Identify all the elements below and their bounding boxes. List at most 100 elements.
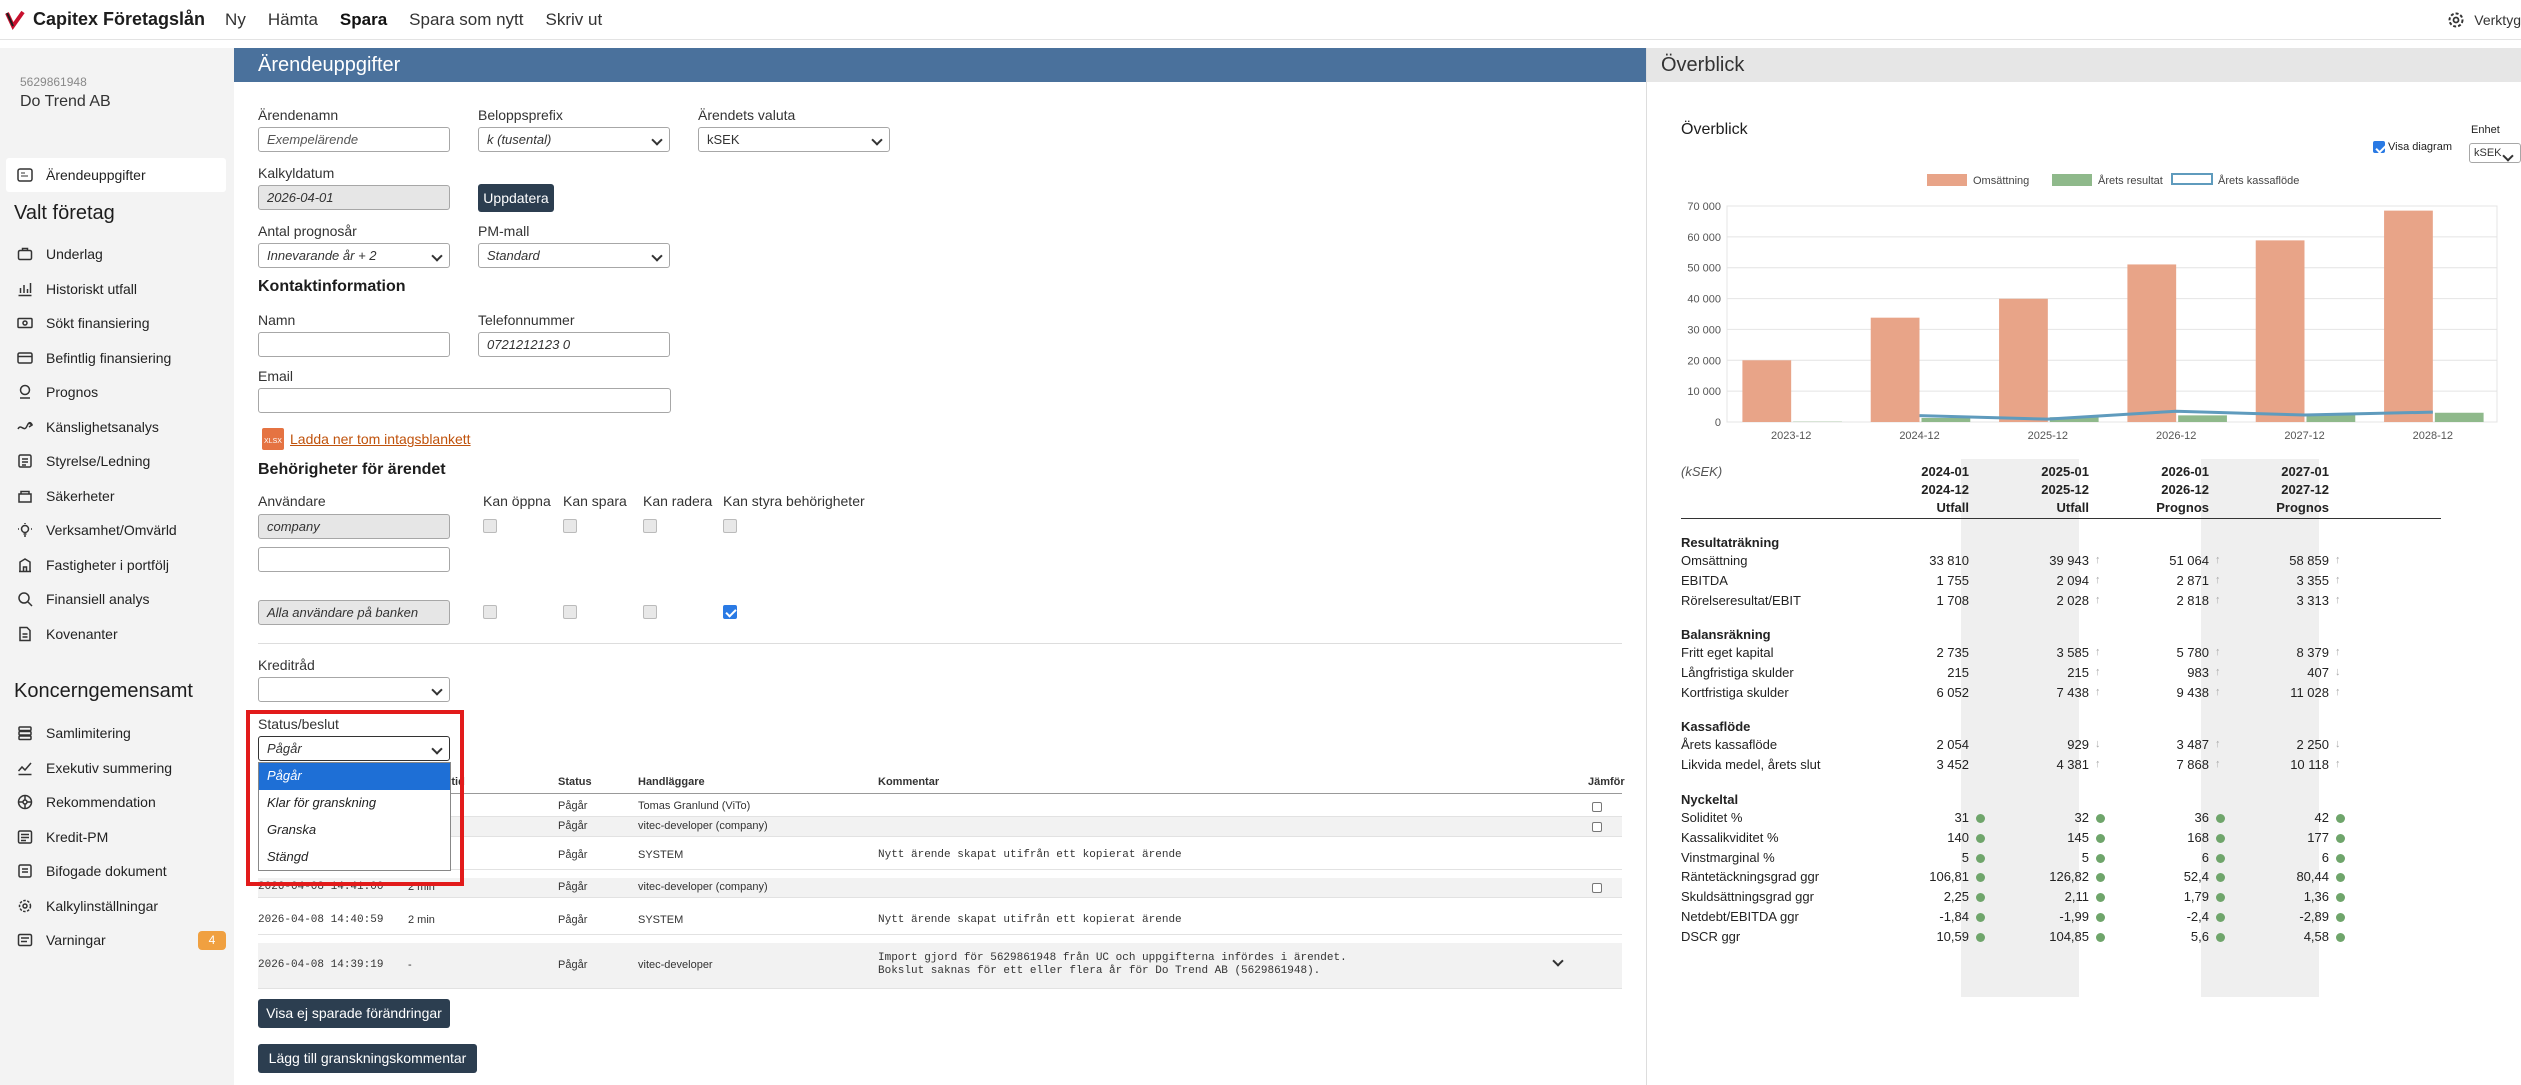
- sidebar-item-sakerheter[interactable]: Säkerheter: [6, 479, 226, 513]
- arendenamn-input[interactable]: Exempelärende: [258, 127, 450, 152]
- sidebar-item-prognos[interactable]: Prognos: [6, 375, 226, 409]
- sidebar-item-kalkylinstallningar[interactable]: Kalkylinställningar: [6, 889, 226, 923]
- building-icon: [16, 556, 34, 574]
- alla-anvandare-field[interactable]: Alla användare på banken: [258, 600, 450, 625]
- bar-omsattning: [2127, 264, 2177, 422]
- row-value: 10,59: [1936, 928, 1969, 944]
- ladda-ner-intagsblankett-link[interactable]: Ladda ner tom intagsblankett: [290, 431, 471, 447]
- row-label: Likvida medel, årets slut: [1681, 756, 1821, 772]
- app-logo[interactable]: Capitex Företagslån: [0, 9, 205, 31]
- sidebar-item-fastigheter-i-portfolj[interactable]: Fastigheter i portfölj: [6, 548, 226, 582]
- sidebar-item-label: Kalkylinställningar: [46, 897, 159, 914]
- row-value: 106,81: [1929, 869, 1969, 885]
- nav-skriv-ut[interactable]: Skriv ut: [545, 10, 602, 30]
- capitex-logo-icon: [5, 10, 25, 30]
- status-dot-icon: [2096, 814, 2105, 823]
- alla-kan-radera-checkbox[interactable]: [643, 605, 657, 619]
- prognosar-label: Antal prognosår: [258, 223, 357, 239]
- sidebar-item-bifogade-dokument[interactable]: Bifogade dokument: [6, 854, 226, 888]
- telefon-label: Telefonnummer: [478, 312, 575, 328]
- visa-ej-sparade-button[interactable]: Visa ej sparade förändringar: [258, 999, 450, 1028]
- form-divider: [258, 643, 1622, 644]
- kredittrad-select[interactable]: [258, 677, 450, 702]
- history-tid: -: [408, 959, 412, 971]
- sidebar-item-varningar[interactable]: Varningar 4: [6, 923, 226, 957]
- bar-chart-icon: [16, 280, 34, 298]
- alla-kan-oppna-checkbox[interactable]: [483, 605, 497, 619]
- visa-diagram-toggle[interactable]: Visa diagram: [2373, 141, 2452, 153]
- tools-menu[interactable]: Verktyg: [2446, 0, 2521, 40]
- visa-diagram-checkbox[interactable]: [2373, 141, 2385, 153]
- row-label: Årets kassaflöde: [1681, 737, 1778, 752]
- valuta-select[interactable]: kSEK: [698, 127, 890, 152]
- warnings-count-badge: 4: [198, 931, 226, 950]
- sidebar-item-kredit-pm[interactable]: Kredit-PM: [6, 820, 226, 854]
- expand-row-chevron-icon[interactable]: [1552, 955, 1564, 967]
- row-value: 39 943: [2049, 553, 2089, 568]
- history-handlaggare: vitec-developer (company): [638, 820, 768, 832]
- nav-spara[interactable]: Spara: [340, 10, 387, 30]
- nav-hamta[interactable]: Hämta: [268, 10, 318, 30]
- main-panel: Ärendeuppgifter Ärendenamn Exempelärende…: [234, 48, 1646, 1085]
- prognosar-select[interactable]: Innevarande år + 2: [258, 243, 450, 268]
- beloppsprefix-select[interactable]: k (tusental): [478, 127, 670, 152]
- trend-up-icon: ↑: [2215, 593, 2221, 606]
- row-value: 9 438: [2176, 684, 2209, 700]
- sidebar-item-label: Exekutiv summering: [46, 759, 173, 776]
- alla-kan-styra-checkbox[interactable]: [723, 605, 737, 619]
- row-value: 6: [2321, 849, 2329, 865]
- history-tid: 2 min: [408, 914, 435, 926]
- lagg-till-granskningskommentar-button[interactable]: Lägg till granskningskommentar: [258, 1044, 477, 1073]
- nav-spara-som-nytt[interactable]: Spara som nytt: [409, 10, 523, 30]
- sidebar-item-befintlig-finansiering[interactable]: Befintlig finansiering: [6, 341, 226, 375]
- uppdatera-button[interactable]: Uppdatera: [478, 184, 554, 212]
- pmmall-select[interactable]: Standard: [478, 243, 670, 268]
- row-value: 1,79: [2183, 889, 2209, 905]
- namn-input[interactable]: [258, 332, 450, 357]
- sidebar-item-exekutiv-summering[interactable]: Exekutiv summering: [6, 751, 226, 785]
- y-tick-label: 50 000: [1687, 263, 1721, 275]
- trend-up-icon: ↑: [2335, 646, 2341, 658]
- sidebar-item-historiskt-utfall[interactable]: Historiskt utfall: [6, 272, 226, 306]
- email-input[interactable]: [258, 388, 671, 413]
- company-kan-oppna-checkbox[interactable]: [483, 519, 497, 533]
- org-number: 5629861948: [20, 75, 87, 89]
- col-handlaggare: Handläggare: [638, 776, 705, 788]
- sidebar-item-verksamhet-omvarld[interactable]: Verksamhet/Omvärld: [6, 513, 226, 547]
- company-kan-radera-checkbox[interactable]: [643, 519, 657, 533]
- row-value: 2 054: [1936, 737, 1969, 752]
- jamfor-checkbox[interactable]: [1592, 802, 1602, 812]
- trend-up-icon: ↑: [2335, 593, 2341, 606]
- attachment-icon: [16, 862, 34, 880]
- row-value: 4,58: [2303, 928, 2329, 944]
- enhet-select[interactable]: kSEK: [2469, 143, 2521, 163]
- sidebar-item-kanslighetsanalys[interactable]: Känslighetsanalys: [6, 410, 226, 444]
- company-kan-styra-checkbox[interactable]: [723, 519, 737, 533]
- sidebar-item-kovenanter[interactable]: Kovenanter: [6, 617, 226, 651]
- history-status: Pågår: [558, 881, 588, 893]
- sidebar-item-sokt-finansiering[interactable]: Sökt finansiering: [6, 306, 226, 340]
- sidebar-item-samlimitering[interactable]: Samlimitering: [6, 716, 226, 750]
- history-row: 2026-04-08 14:39:19 - Pågår vitec-developer…: [258, 943, 1622, 989]
- document-icon: [16, 625, 34, 643]
- jamfor-checkbox[interactable]: [1592, 883, 1602, 893]
- sidebar-item-underlag[interactable]: Underlag: [6, 237, 226, 271]
- network-icon: [16, 793, 34, 811]
- row-label: Soliditet %: [1681, 810, 1743, 825]
- add-user-input[interactable]: [258, 547, 450, 572]
- sidebar-item-finansiell-analys[interactable]: Finansiell analys: [6, 582, 226, 616]
- nav-ny[interactable]: Ny: [225, 10, 246, 30]
- user-company-field[interactable]: company: [258, 514, 450, 539]
- telefon-input[interactable]: 0721212123 0: [478, 332, 670, 357]
- sidebar-item-styrelse-ledning[interactable]: Styrelse/Ledning: [6, 444, 226, 478]
- sidebar-item-rekommendation[interactable]: Rekommendation: [6, 785, 226, 819]
- kalkyldatum-input[interactable]: 2026-04-01: [258, 185, 450, 210]
- company-kan-spara-checkbox[interactable]: [563, 519, 577, 533]
- jamfor-checkbox[interactable]: [1592, 822, 1602, 832]
- overview-chart: 0 10 000 20 000 30 000 40 000 50 000 60 000 70 …: [1687, 173, 2498, 442]
- sidebar-item-arendeuppgifter[interactable]: Ärendeuppgifter: [6, 158, 226, 192]
- summary-icon: [16, 759, 34, 777]
- alla-kan-spara-checkbox[interactable]: [563, 605, 577, 619]
- row-value: 126,82: [2049, 869, 2089, 885]
- status-dot-icon: [2336, 932, 2345, 942]
